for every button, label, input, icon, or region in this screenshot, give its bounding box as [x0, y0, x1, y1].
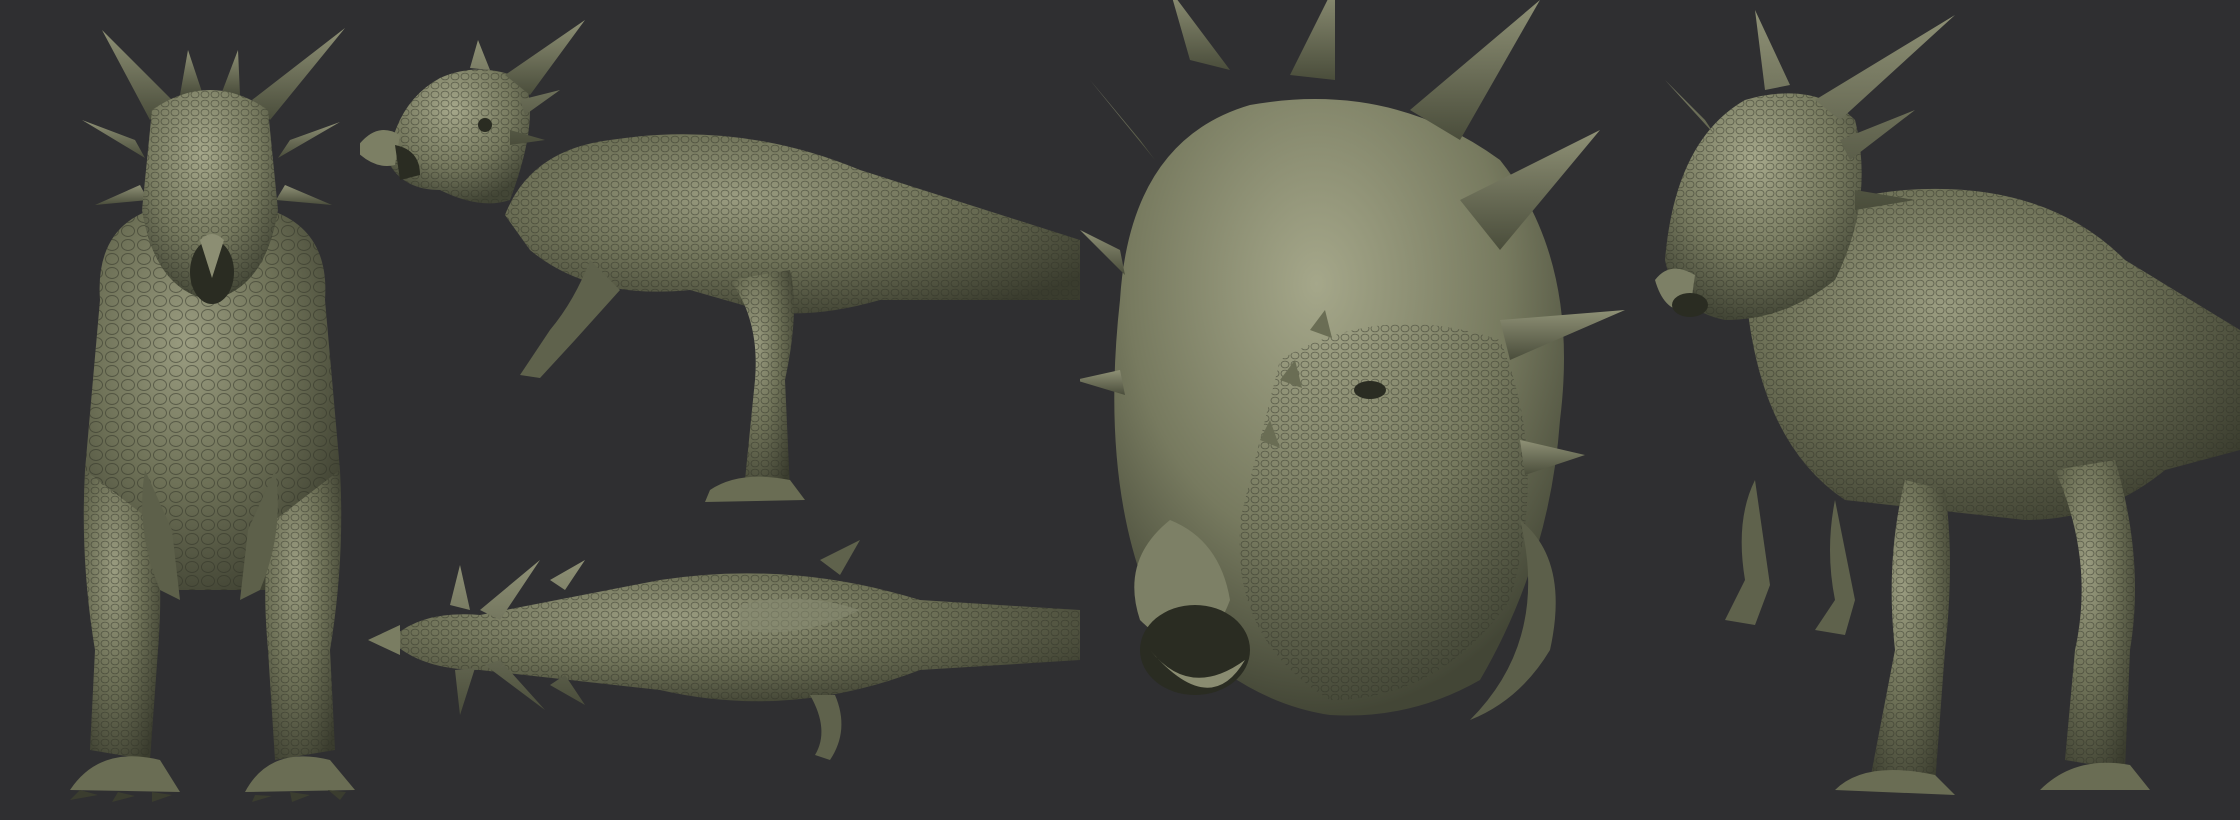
- sculpt-sheet: [0, 0, 2240, 820]
- dinosaur-front-view: [40, 0, 380, 820]
- dinosaur-three-quarter-view: [1645, 0, 2240, 820]
- dinosaur-head-closeup: [1080, 0, 1645, 820]
- dinosaur-side-view: [360, 0, 1080, 520]
- dinosaur-top-view: [360, 520, 1080, 820]
